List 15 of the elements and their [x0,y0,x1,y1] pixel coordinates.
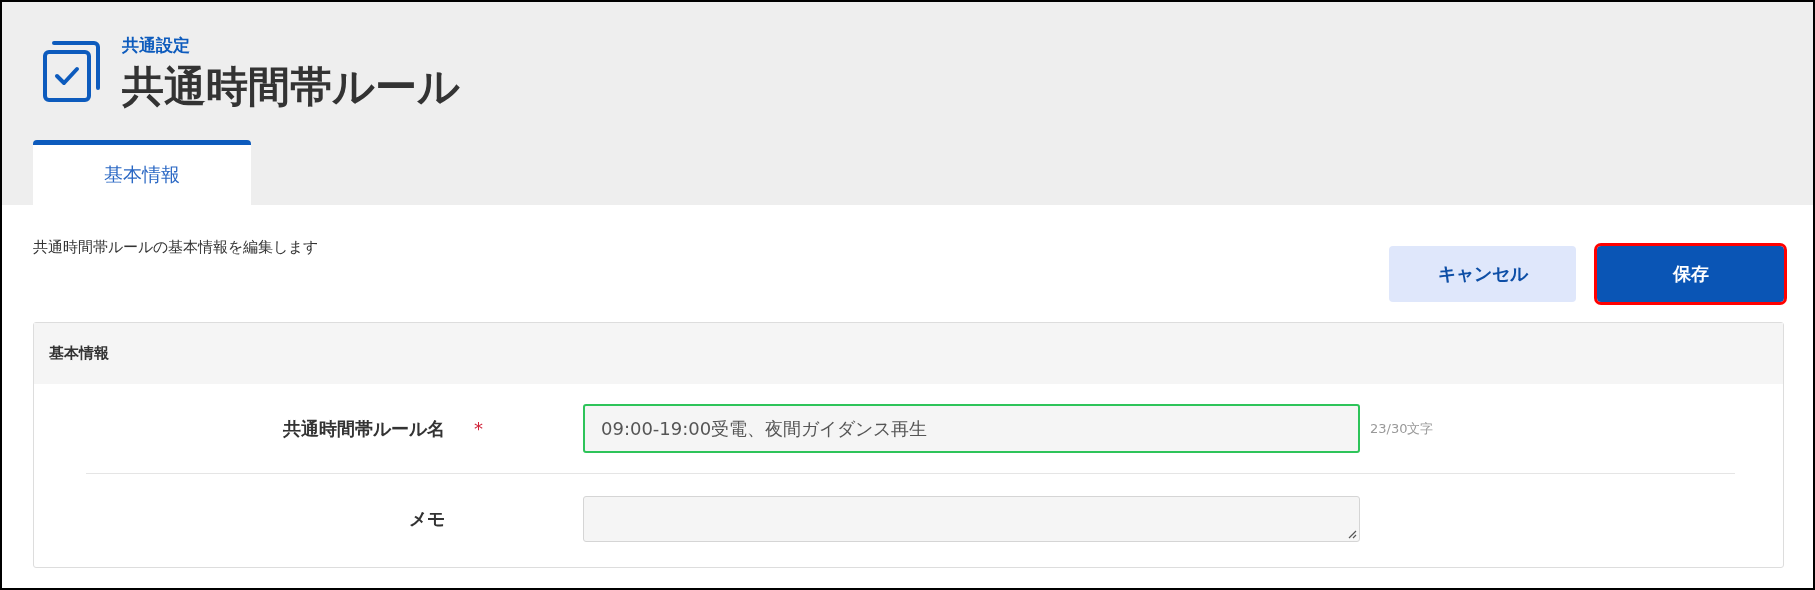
checklist-icon [42,40,102,104]
tab[interactable]: 基本情報 [33,140,251,205]
breadcrumb[interactable]: 共通設定 [122,34,460,57]
required-mark: * [474,418,483,439]
cancel-button[interactable]: キャンセル [1389,246,1576,302]
memo-field[interactable] [583,495,1360,542]
save-button[interactable]: 保存 [1597,246,1784,302]
page-title: 共通時間帯ルール [122,61,460,113]
field-label: 共通時間帯ルール名 [283,416,445,441]
resize-grip-icon[interactable] [1347,528,1357,539]
field-label: メモ [409,506,445,531]
character-counter: 23/30文字 [1370,419,1434,438]
description-text: 共通時間帯ルールの基本情報を編集します [33,238,318,258]
input-field[interactable]: 09:00-19:00受電、夜間ガイダンス再生 [583,404,1360,453]
section-title: 基本情報 [49,344,109,363]
